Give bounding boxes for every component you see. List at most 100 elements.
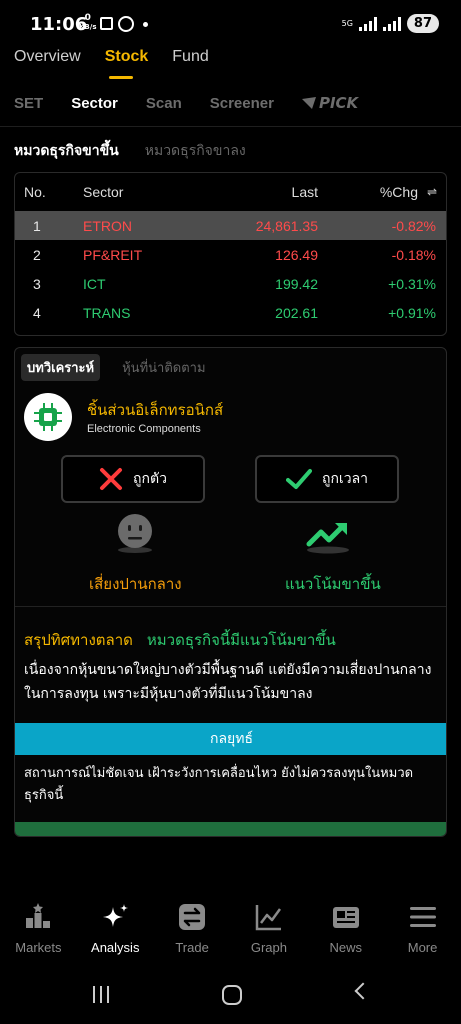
subtab-screener[interactable]: Screener — [210, 95, 274, 112]
top-tabs: Overview Stock Fund — [14, 48, 209, 66]
subtab-pick[interactable]: PICK — [301, 94, 359, 112]
row-sector: PF&REIT — [83, 246, 143, 263]
vote-right-label: ถูกเวลา — [321, 471, 369, 487]
summary-heading: สรุปทิศทางตลาด หมวดธุรกิจนี้มีแนวโน้มขาข… — [24, 628, 336, 652]
risk-level: เสี่ยงปานกลาง — [89, 575, 182, 593]
nav-analysis[interactable]: Analysis — [77, 896, 154, 966]
battery-level: 87 — [406, 14, 439, 33]
row-no: 3 — [33, 275, 41, 292]
trade-arrows-icon — [179, 904, 206, 930]
table-row[interactable]: 4 TRANS 202.61 +0.91% — [15, 298, 446, 327]
nav-label: Analysis — [91, 940, 140, 955]
vote-right-time-button[interactable]: ถูกเวลา — [255, 455, 399, 503]
nav-more[interactable]: More — [384, 896, 461, 966]
header-last[interactable]: Last — [292, 184, 318, 200]
markets-podium-icon — [26, 903, 51, 928]
summary-tag: หมวดธุรกิจนี้มีแนวโน้มขาขึ้น — [146, 631, 336, 649]
tab-watch-stocks[interactable]: หุ้นที่น่าติดตาม — [116, 354, 211, 381]
table-row[interactable]: 3 ICT 199.42 +0.31% — [15, 269, 446, 298]
sort-icon[interactable]: ⇌ — [427, 185, 437, 199]
strategy-header: กลยุทธ์ — [15, 723, 446, 755]
table-header: No. Sector Last %Chg ⇌ — [15, 173, 446, 211]
checkmark-icon — [285, 469, 312, 489]
nav-graph[interactable]: Graph — [230, 896, 307, 966]
signal-icon — [358, 16, 377, 31]
row-chg: -0.18% — [391, 246, 436, 263]
subtab-scan[interactable]: Scan — [146, 95, 182, 112]
tab-analysis[interactable]: บทวิเคราะห์ — [21, 354, 101, 381]
analysis-panel: บทวิเคราะห์ หุ้นที่น่าติดตาม ชิ้นส่วนอิเ… — [14, 347, 447, 837]
header-sector: Sector — [83, 184, 124, 200]
news-paper-icon — [332, 907, 359, 928]
strategy-title: กลยุทธ์ — [209, 731, 254, 747]
pick-label: PICK — [318, 94, 359, 112]
nav-label: News — [329, 940, 362, 955]
nav-trade[interactable]: Trade — [154, 896, 231, 966]
gallery-icon — [100, 17, 113, 30]
trend-direction: แนวโน้มขาขึ้น — [285, 575, 381, 593]
tab-sector-up[interactable]: หมวดธุรกิจขาขึ้น — [14, 140, 119, 162]
row-last: 199.42 — [275, 275, 318, 292]
row-last: 24,861.35 — [255, 217, 318, 234]
back-icon[interactable] — [354, 982, 372, 1000]
row-no: 1 — [33, 217, 41, 234]
analysis-sparkle-icon — [103, 904, 129, 927]
home-icon[interactable] — [222, 985, 242, 1005]
pick-logo-icon — [301, 97, 316, 109]
nav-label: Markets — [15, 940, 62, 955]
notification-dot-icon — [143, 22, 148, 27]
cross-icon — [100, 468, 123, 490]
sector-title-th: ชิ้นส่วนอิเล็กทรอนิกส์ — [87, 401, 224, 419]
status-right: 5G 87 — [342, 14, 439, 33]
active-tab-indicator — [109, 76, 133, 79]
divider — [0, 126, 461, 127]
sector-direction-tabs: หมวดธุรกิจขาขึ้น หมวดธุรกิจขาลง — [14, 140, 246, 162]
network-type: 5G — [341, 18, 353, 28]
net-speed: 0 KB/s — [79, 14, 96, 32]
messenger-icon — [118, 16, 134, 32]
signal-2-icon — [382, 16, 401, 31]
recents-icon[interactable] — [93, 986, 109, 1003]
next-section-header — [15, 822, 446, 836]
strategy-text: สถานการณ์ไม่ชัดเจน เฝ้าระวังการเคลื่อนไห… — [24, 766, 414, 803]
subtab-sector[interactable]: Sector — [71, 95, 118, 112]
uptrend-icon — [306, 523, 349, 554]
system-nav-bar — [0, 980, 461, 1014]
tab-fund[interactable]: Fund — [172, 48, 208, 66]
graph-line-icon — [255, 905, 281, 931]
nav-label: Trade — [175, 940, 209, 955]
menu-icon — [409, 907, 436, 927]
row-last: 202.61 — [275, 304, 318, 321]
summary-title: สรุปทิศทางตลาด — [24, 631, 133, 649]
divider — [15, 606, 446, 607]
tab-sector-down[interactable]: หมวดธุรกิจขาลง — [145, 140, 246, 162]
nav-news[interactable]: News — [307, 896, 384, 966]
nav-label: More — [407, 940, 438, 955]
sector-table: No. Sector Last %Chg ⇌ 1 ETRON 24,861.35… — [14, 172, 447, 336]
row-sector: ICT — [83, 275, 106, 292]
nav-markets[interactable]: Markets — [0, 896, 77, 966]
header-no: No. — [24, 184, 46, 200]
net-speed-unit: KB/s — [79, 23, 97, 31]
row-no: 4 — [33, 304, 41, 321]
sub-tabs: SET Sector Scan Screener PICK — [14, 94, 358, 112]
vote-right-stock-button[interactable]: ถูกตัว — [61, 455, 205, 503]
row-chg: +0.31% — [388, 275, 436, 292]
vote-wrong-label: ถูกตัว — [133, 471, 167, 487]
tab-overview[interactable]: Overview — [14, 48, 81, 66]
row-chg: -0.82% — [391, 217, 436, 234]
table-row[interactable]: 1 ETRON 24,861.35 -0.82% — [15, 211, 446, 240]
subtab-set[interactable]: SET — [14, 95, 43, 112]
bottom-nav: Markets Analysis Trade Graph News More — [0, 896, 461, 966]
header-chg[interactable]: %Chg — [380, 184, 418, 200]
summary-text: เนื่องจากหุ้นขนาดใหญ่บางตัวมีพื้นฐานดี แ… — [24, 662, 432, 702]
tab-stock[interactable]: Stock — [105, 48, 149, 66]
nav-label: Graph — [250, 940, 287, 955]
sector-title-en: Electronic Components — [87, 423, 201, 435]
row-chg: +0.91% — [388, 304, 436, 321]
table-row[interactable]: 2 PF&REIT 126.49 -0.18% — [15, 240, 446, 269]
row-last: 126.49 — [275, 246, 318, 263]
row-sector: ETRON — [83, 217, 132, 234]
row-sector: TRANS — [83, 304, 131, 321]
row-no: 2 — [33, 246, 41, 263]
